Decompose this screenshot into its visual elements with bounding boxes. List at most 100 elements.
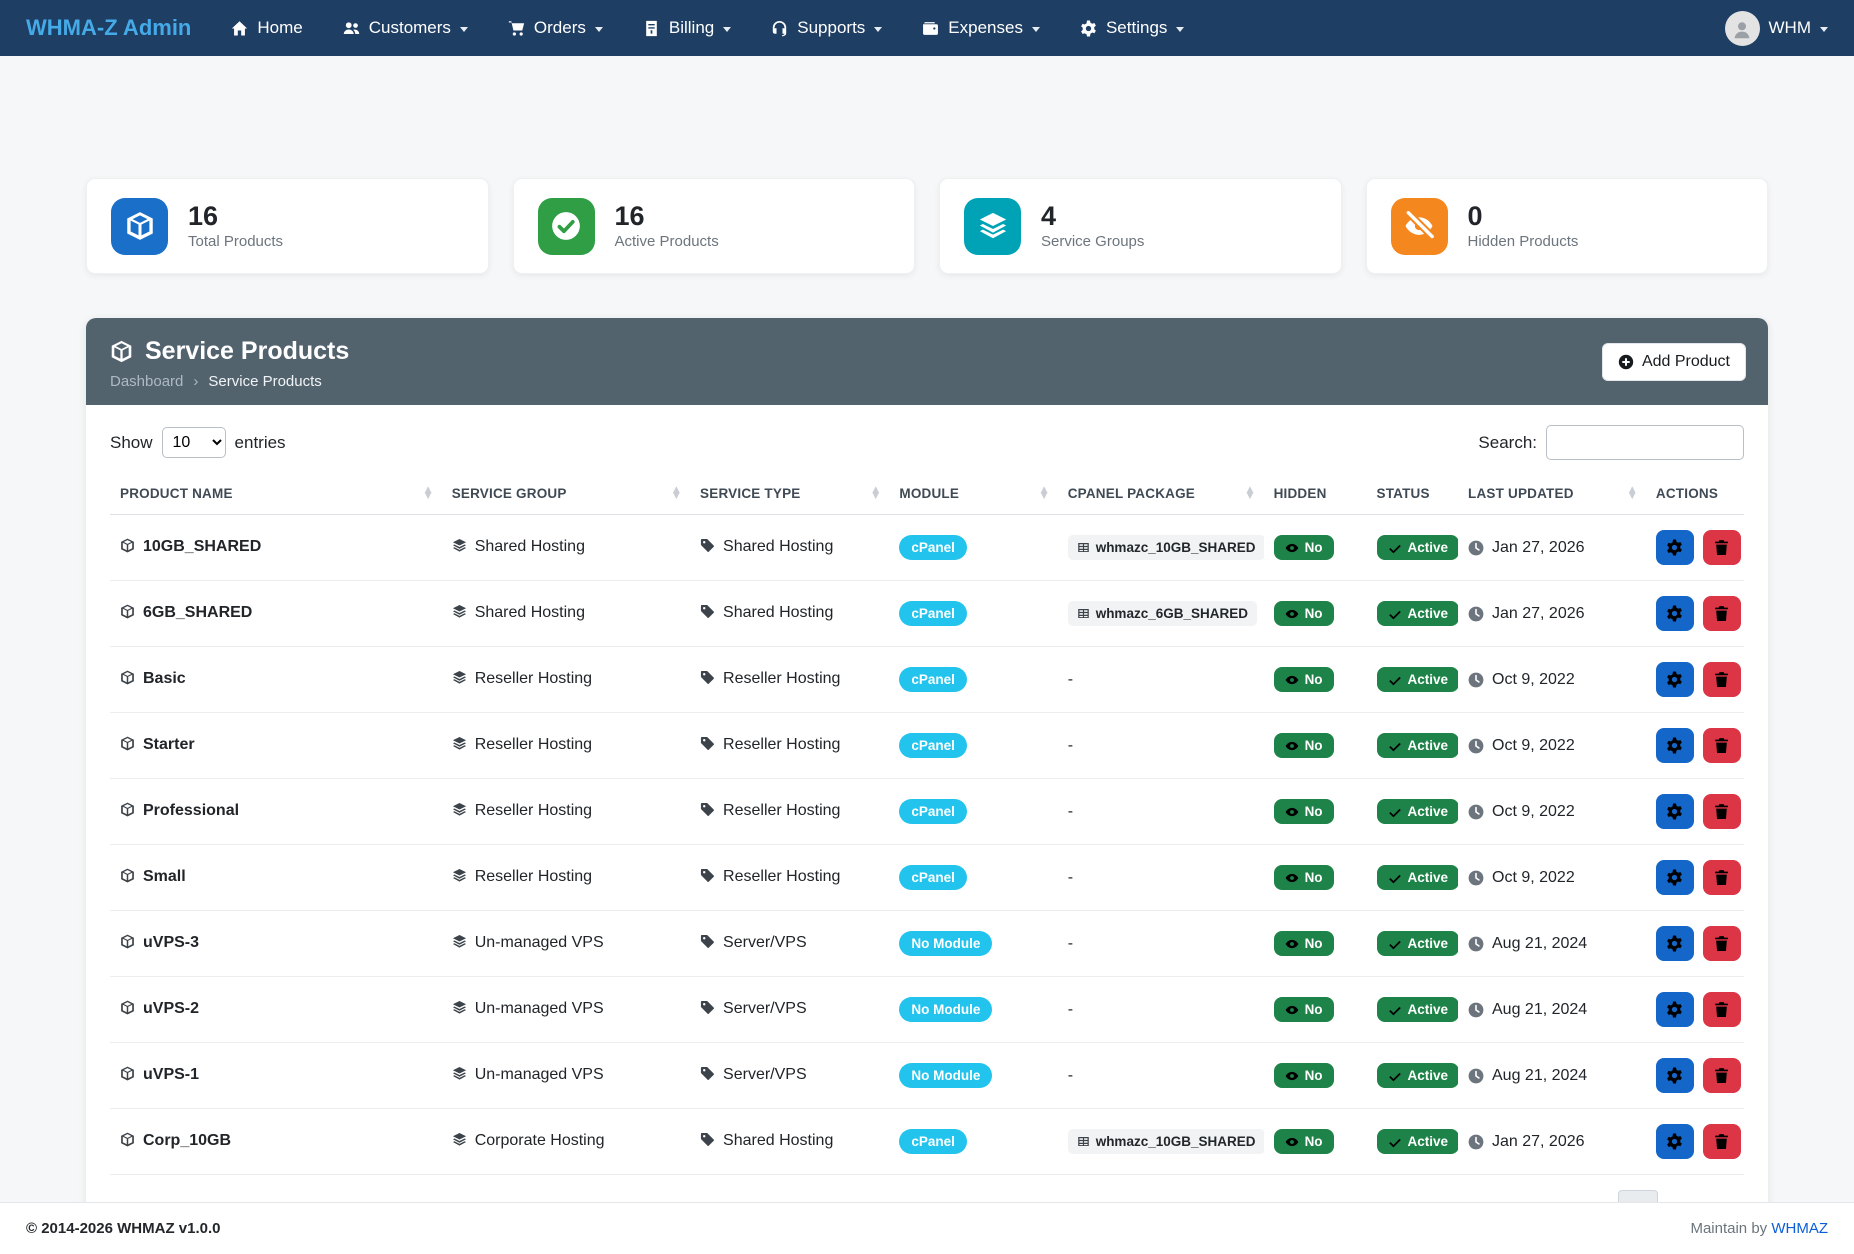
layers-icon <box>452 869 467 886</box>
col-service-group[interactable]: SERVICE GROUP▲▼ <box>442 473 690 515</box>
trash-icon <box>1713 671 1730 688</box>
cpanel-package-text: - <box>1068 1067 1073 1085</box>
delete-product-button[interactable] <box>1703 926 1741 961</box>
edit-product-button[interactable] <box>1656 794 1694 829</box>
delete-product-button[interactable] <box>1703 728 1741 763</box>
col-cpanel-package[interactable]: CPANEL PACKAGE▲▼ <box>1058 473 1264 515</box>
cpanel-package-badge: - <box>1068 1062 1073 1090</box>
sort-icon: ▲▼ <box>1629 488 1636 499</box>
stat-value: 0 <box>1468 202 1579 232</box>
cpanel-package-text: - <box>1068 869 1073 887</box>
status-badge: Active <box>1377 865 1459 890</box>
whmaz-link[interactable]: WHMAZ <box>1771 1220 1828 1237</box>
page-footer: © 2014-2026 WHMAZ v1.0.0 Maintain by WHM… <box>0 1202 1854 1254</box>
hidden-badge: No <box>1274 535 1334 560</box>
page-title-text: Service Products <box>145 337 349 366</box>
eye-icon <box>1285 673 1299 687</box>
delete-product-button[interactable] <box>1703 794 1741 829</box>
users-icon <box>343 20 360 37</box>
product-name: Small <box>143 869 186 886</box>
delete-product-button[interactable] <box>1703 1058 1741 1093</box>
user-menu[interactable]: WHM <box>1725 11 1828 46</box>
delete-product-button[interactable] <box>1703 662 1741 697</box>
delete-product-button[interactable] <box>1703 530 1741 565</box>
cpanel-package-badge: - <box>1068 732 1073 760</box>
check-icon <box>1388 673 1402 687</box>
col-last-updated[interactable]: LAST UPDATED▲▼ <box>1458 473 1646 515</box>
stat-card-hidden-products: 0 Hidden Products <box>1366 178 1769 274</box>
trash-icon <box>1713 539 1730 556</box>
page-size-control: Show 10 entries <box>110 427 286 458</box>
layers-icon <box>452 935 467 952</box>
check-icon <box>1388 805 1402 819</box>
col-product-name[interactable]: PRODUCT NAME▲▼ <box>110 473 442 515</box>
delete-product-button[interactable] <box>1703 596 1741 631</box>
plus-circle-icon <box>1618 354 1634 370</box>
table-row: Small Reseller Hosting Reseller Hosting … <box>110 845 1744 911</box>
chevron-down-icon <box>595 27 603 32</box>
col-service-type[interactable]: SERVICE TYPE▲▼ <box>690 473 889 515</box>
edit-product-button[interactable] <box>1656 596 1694 631</box>
eye-icon <box>1285 1069 1299 1083</box>
tag-icon <box>700 935 715 952</box>
chevron-down-icon <box>460 27 468 32</box>
grid-icon <box>1077 1134 1090 1149</box>
nav-item-billing[interactable]: Billing <box>643 18 731 38</box>
edit-product-button[interactable] <box>1656 926 1694 961</box>
gear-icon <box>1666 539 1683 556</box>
nav-label: Customers <box>369 18 451 38</box>
edit-product-button[interactable] <box>1656 992 1694 1027</box>
nav-item-customers[interactable]: Customers <box>343 18 468 38</box>
layers-icon <box>452 605 467 622</box>
chevron-down-icon <box>723 27 731 32</box>
stat-value: 4 <box>1041 202 1144 232</box>
layers-icon <box>452 1067 467 1084</box>
delete-product-button[interactable] <box>1703 1124 1741 1159</box>
edit-product-button[interactable] <box>1656 530 1694 565</box>
breadcrumb-dashboard[interactable]: Dashboard <box>110 373 183 390</box>
gear-icon <box>1666 869 1683 886</box>
sort-icon: ▲▼ <box>1246 488 1253 499</box>
clock-icon <box>1468 540 1484 556</box>
page-size-select[interactable]: 10 <box>162 427 226 458</box>
service-type: Server/VPS <box>723 935 807 952</box>
nav-item-expenses[interactable]: Expenses <box>922 18 1040 38</box>
module-badge: cPanel <box>899 865 967 890</box>
clock-icon <box>1468 672 1484 688</box>
delete-product-button[interactable] <box>1703 860 1741 895</box>
edit-product-button[interactable] <box>1656 1124 1694 1159</box>
service-type: Shared Hosting <box>723 539 833 556</box>
edit-product-button[interactable] <box>1656 728 1694 763</box>
eye-slash-icon <box>1391 198 1448 255</box>
layers-icon <box>452 803 467 820</box>
edit-product-button[interactable] <box>1656 662 1694 697</box>
cube-icon <box>120 869 135 886</box>
nav-item-orders[interactable]: Orders <box>508 18 603 38</box>
nav-item-settings[interactable]: Settings <box>1080 18 1184 38</box>
brand-logo[interactable]: WHMA-Z Admin <box>26 15 191 41</box>
headset-icon <box>771 20 788 37</box>
col-module[interactable]: MODULE▲▼ <box>889 473 1057 515</box>
clock-icon <box>1468 738 1484 754</box>
home-icon <box>231 20 248 37</box>
service-type: Reseller Hosting <box>723 869 840 886</box>
service-group: Reseller Hosting <box>475 671 592 688</box>
service-group: Un-managed VPS <box>475 935 604 952</box>
nav-item-supports[interactable]: Supports <box>771 18 882 38</box>
layers-icon <box>452 1001 467 1018</box>
search-input[interactable] <box>1546 425 1744 460</box>
eye-icon <box>1285 1003 1299 1017</box>
add-product-label: Add Product <box>1642 353 1730 371</box>
gear-icon <box>1666 1067 1683 1084</box>
layers-icon <box>964 198 1021 255</box>
nav-item-home[interactable]: Home <box>231 18 302 38</box>
add-product-button[interactable]: Add Product <box>1602 343 1746 381</box>
delete-product-button[interactable] <box>1703 992 1741 1027</box>
status-badge: Active <box>1377 601 1459 626</box>
service-type: Shared Hosting <box>723 1133 833 1150</box>
eye-icon <box>1285 541 1299 555</box>
edit-product-button[interactable] <box>1656 1058 1694 1093</box>
edit-product-button[interactable] <box>1656 860 1694 895</box>
module-badge: cPanel <box>899 799 967 824</box>
nav-label: Supports <box>797 18 865 38</box>
